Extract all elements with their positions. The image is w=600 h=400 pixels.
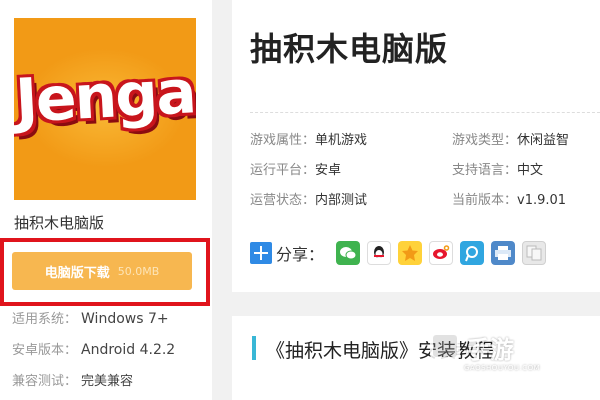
watermark-url: GAOSHOUYOU.COM <box>464 364 541 372</box>
qzone-icon[interactable] <box>398 241 423 265</box>
app-sidebar: Jenga 抽积木电脑版 电脑版下载 50.0MB 适用系统： Windows 7… <box>0 0 212 400</box>
attr-language-value: 中文 <box>517 163 544 178</box>
share-bar: 分享： <box>250 240 553 266</box>
attr-type: 游戏类型：休闲益智 <box>452 129 569 148</box>
attr-property-value: 单机游戏 <box>315 133 368 148</box>
attr-platform-value: 安卓 <box>315 163 342 178</box>
watermark-logo-icon <box>430 332 460 360</box>
attr-status-label: 运营状态： <box>250 193 316 208</box>
app-name: 抽积木电脑版 <box>14 214 105 232</box>
attr-type-value: 休闲益智 <box>517 133 570 148</box>
attr-version-value: v1.9.01 <box>517 193 567 208</box>
qq-icon[interactable] <box>367 241 392 265</box>
watermark-text: 手游 <box>466 336 514 364</box>
divider <box>250 112 600 113</box>
download-button-label: 电脑版下载 <box>44 265 110 281</box>
section-accent-bar <box>252 336 256 360</box>
game-detail-card: 抽积木电脑版 游戏属性：单机游戏 游戏类型：休闲益智 运行平台：安卓 支持语言：… <box>232 0 600 292</box>
share-label: 分享： <box>276 245 325 264</box>
attr-language-label: 支持语言： <box>452 163 518 178</box>
weibo-icon[interactable] <box>429 241 454 265</box>
attr-platform: 运行平台：安卓 <box>250 159 341 178</box>
attr-property: 游戏属性：单机游戏 <box>250 129 367 148</box>
attr-type-label: 游戏类型： <box>452 133 518 148</box>
info-android: 安卓版本： Android 4.2.2 <box>12 339 175 358</box>
plus-icon[interactable] <box>250 242 272 264</box>
attr-platform-label: 运行平台： <box>250 163 316 178</box>
attr-language: 支持语言：中文 <box>452 159 543 178</box>
attr-version: 当前版本：v1.9.01 <box>452 189 566 208</box>
attr-status-value: 内部测试 <box>315 193 368 208</box>
page-title: 抽积木电脑版 <box>250 30 449 68</box>
info-os-value: Windows 7+ <box>81 311 169 327</box>
download-button[interactable]: 电脑版下载 50.0MB <box>12 252 192 290</box>
print-icon[interactable] <box>491 241 516 265</box>
info-os: 适用系统： Windows 7+ <box>12 308 169 327</box>
copy-icon[interactable] <box>522 241 547 265</box>
attr-property-label: 游戏属性： <box>250 133 316 148</box>
app-icon-image[interactable]: Jenga <box>14 18 196 200</box>
info-android-value: Android 4.2.2 <box>81 342 176 358</box>
info-compat-value: 完美兼容 <box>81 374 134 389</box>
attr-version-label: 当前版本： <box>452 193 518 208</box>
tencent-weibo-icon[interactable] <box>460 241 485 265</box>
app-logo-text: Jenga <box>14 57 196 137</box>
info-compat: 兼容测试： 完美兼容 <box>12 370 133 389</box>
info-android-label: 安卓版本： <box>12 343 78 358</box>
info-os-label: 适用系统： <box>12 312 78 327</box>
download-size: 50.0MB <box>117 264 160 278</box>
attr-status: 运营状态：内部测试 <box>250 189 367 208</box>
wechat-icon[interactable] <box>336 241 361 265</box>
info-compat-label: 兼容测试： <box>12 374 78 389</box>
site-watermark: 手游 GAOSHOUYOU.COM <box>430 328 545 374</box>
